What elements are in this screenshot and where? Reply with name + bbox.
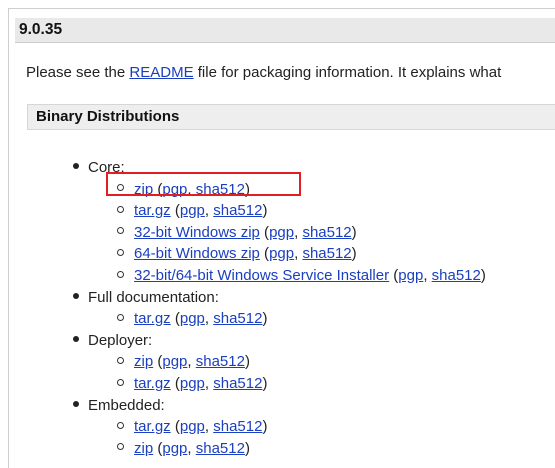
download-link-32-bit-64-bit-windows-service-installer[interactable]: 32-bit/64-bit Windows Service Installer — [134, 267, 389, 284]
download-link-zip[interactable]: zip — [134, 440, 153, 457]
download-link-tar-gz[interactable]: tar.gz — [134, 202, 171, 219]
paren-open: ( — [170, 310, 180, 328]
pgp-link[interactable]: pgp — [269, 224, 294, 241]
list-item: Deployer: — [73, 331, 152, 351]
list-item: 32-bit/64-bit Windows Service Installer … — [117, 266, 486, 286]
paren-close: ) — [244, 439, 250, 457]
circle-bullet-icon — [117, 356, 124, 364]
circle-bullet-icon — [117, 227, 124, 235]
list-item: tar.gz (pgp, sha512) — [117, 374, 267, 394]
paren-close: ) — [480, 267, 486, 284]
separator: , — [204, 202, 214, 220]
circle-bullet-icon — [117, 313, 124, 321]
intro-paragraph: Please see the README file for packaging… — [26, 63, 501, 83]
separator: , — [204, 310, 214, 328]
paren-open: ( — [170, 202, 180, 220]
pgp-link[interactable]: pgp — [398, 267, 423, 284]
list-item: tar.gz (pgp, sha512) — [117, 417, 267, 437]
paren-close: ) — [244, 353, 250, 371]
paren-close: ) — [262, 202, 268, 220]
list-item: tar.gz (pgp, sha512) — [117, 309, 267, 329]
readme-link[interactable]: README — [129, 64, 193, 81]
list-item: tar.gz (pgp, sha512) — [117, 201, 267, 221]
separator: , — [423, 267, 432, 284]
paren-open: ( — [153, 353, 163, 371]
sha512-link[interactable]: sha512 — [432, 267, 481, 284]
sha512-link[interactable]: sha512 — [213, 310, 262, 327]
list-item: Embedded: — [73, 396, 165, 416]
pgp-link[interactable]: pgp — [269, 245, 294, 262]
paren-close: ) — [262, 418, 268, 436]
binary-distributions-header: Binary Distributions — [27, 104, 555, 130]
pgp-link[interactable]: pgp — [180, 202, 205, 219]
list-item: zip (pgp, sha512) — [117, 439, 250, 459]
separator: , — [204, 418, 214, 436]
bullet-icon — [73, 335, 79, 342]
paren-open: ( — [170, 375, 180, 392]
paren-close: ) — [351, 223, 357, 241]
circle-bullet-icon — [117, 205, 124, 213]
pgp-link[interactable]: pgp — [180, 375, 205, 392]
circle-bullet-icon — [117, 421, 124, 429]
paren-open: ( — [153, 439, 163, 457]
separator: , — [187, 353, 196, 371]
download-link-64-bit-windows-zip[interactable]: 64-bit Windows zip — [134, 245, 260, 262]
version-header: 9.0.35 — [15, 18, 555, 43]
group-label: Deployer: — [88, 331, 153, 349]
paren-close: ) — [262, 310, 268, 328]
list-item: zip (pgp, sha512) — [117, 352, 250, 372]
pgp-link[interactable]: pgp — [180, 310, 205, 327]
sha512-link[interactable]: sha512 — [196, 353, 245, 370]
bullet-icon — [73, 400, 79, 407]
pgp-link[interactable]: pgp — [180, 418, 205, 435]
list-item: 64-bit Windows zip (pgp, sha512) — [117, 244, 357, 264]
separator: , — [204, 375, 214, 392]
sha512-link[interactable]: sha512 — [302, 224, 351, 241]
sha512-link[interactable]: sha512 — [196, 440, 245, 457]
list-item: 32-bit Windows zip (pgp, sha512) — [117, 223, 357, 243]
sha512-link[interactable]: sha512 — [213, 375, 262, 392]
highlight-box — [106, 172, 301, 196]
group-label: Embedded: — [88, 396, 165, 414]
circle-bullet-icon — [117, 443, 124, 451]
pgp-link[interactable]: pgp — [162, 353, 187, 370]
intro-text-after: file for packaging information. It expla… — [193, 64, 502, 81]
sha512-link[interactable]: sha512 — [302, 245, 351, 262]
circle-bullet-icon — [117, 270, 124, 278]
bullet-icon — [73, 163, 79, 170]
paren-open: ( — [389, 267, 399, 284]
bullet-icon — [73, 292, 79, 299]
sha512-link[interactable]: sha512 — [213, 202, 262, 219]
paren-open: ( — [259, 223, 270, 241]
separator: , — [187, 439, 196, 457]
circle-bullet-icon — [117, 248, 124, 256]
sha512-link[interactable]: sha512 — [213, 418, 262, 435]
intro-text-before: Please see the — [26, 64, 130, 81]
list-item: Full documentation: — [73, 288, 219, 308]
download-link-tar-gz[interactable]: tar.gz — [134, 310, 171, 327]
group-label: Full documentation: — [88, 288, 219, 306]
circle-bullet-icon — [117, 378, 124, 386]
download-link-zip[interactable]: zip — [134, 353, 153, 370]
paren-close: ) — [351, 245, 357, 263]
download-link-32-bit-windows-zip[interactable]: 32-bit Windows zip — [134, 224, 260, 241]
pgp-link[interactable]: pgp — [162, 440, 187, 457]
download-link-tar-gz[interactable]: tar.gz — [134, 375, 171, 392]
paren-close: ) — [262, 375, 268, 392]
paren-open: ( — [259, 245, 270, 263]
download-link-tar-gz[interactable]: tar.gz — [134, 418, 171, 435]
paren-open: ( — [170, 418, 180, 436]
